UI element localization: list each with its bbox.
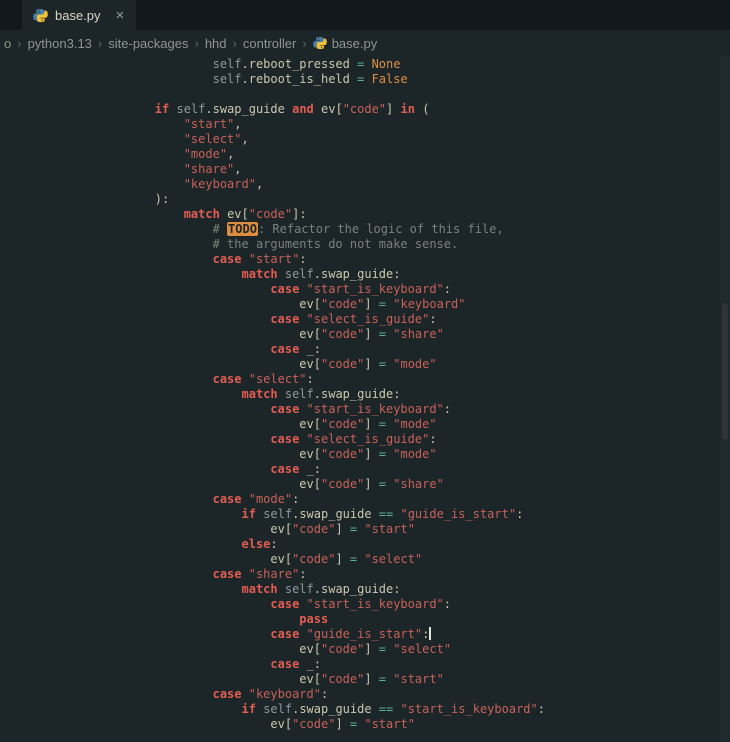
tab-label: base.py — [55, 7, 101, 23]
code-line[interactable]: case "select_is_guide": — [97, 432, 730, 447]
code-line[interactable]: ev["code"] = "mode" — [97, 447, 730, 462]
code-line[interactable]: "mode", — [97, 147, 730, 162]
breadcrumb-item[interactable]: o — [4, 36, 11, 51]
code-line[interactable]: ev["code"] = "start" — [97, 717, 730, 732]
tab-bar: base.py × — [0, 0, 730, 30]
breadcrumb-item-file[interactable]: base.py — [312, 35, 378, 51]
code-line[interactable]: else: — [97, 537, 730, 552]
tab-base-py[interactable]: base.py × — [22, 0, 137, 30]
python-icon — [33, 8, 48, 22]
code-lines: self.reboot_pressed = None self.reboot_i… — [97, 57, 730, 732]
code-line[interactable]: "keyboard", — [97, 177, 730, 192]
code-line[interactable]: pass — [97, 612, 730, 627]
code-line[interactable]: ev["code"] = "mode" — [97, 417, 730, 432]
code-line[interactable]: if self.swap_guide == "start_is_keyboard… — [97, 702, 730, 717]
code-line[interactable]: case "start_is_keyboard": — [97, 282, 730, 297]
code-line[interactable]: match self.swap_guide: — [97, 582, 730, 597]
code-line[interactable]: match ev["code"]: — [97, 207, 730, 222]
chevron-right-icon: › — [232, 35, 237, 51]
code-line[interactable]: # TODO: Refactor the logic of this file, — [97, 222, 730, 237]
chevron-right-icon: › — [17, 35, 22, 51]
code-line[interactable]: "select", — [97, 132, 730, 147]
code-line[interactable]: case "guide_is_start": — [97, 627, 730, 642]
code-line[interactable]: # the arguments do not make sense. — [97, 237, 730, 252]
code-line[interactable]: if self.swap_guide and ev["code"] in ( — [97, 102, 730, 117]
code-line[interactable]: match self.swap_guide: — [97, 267, 730, 282]
breadcrumb-item[interactable]: hhd — [205, 36, 227, 51]
code-line[interactable]: ev["code"] = "mode" — [97, 357, 730, 372]
code-line[interactable]: ev["code"] = "start" — [97, 522, 730, 537]
code-line[interactable]: "share", — [97, 162, 730, 177]
chevron-right-icon: › — [302, 35, 307, 51]
breadcrumb-item[interactable]: python3.13 — [28, 36, 92, 51]
breadcrumb-item[interactable]: controller — [243, 36, 296, 51]
code-line[interactable]: ev["code"] = "start" — [97, 672, 730, 687]
code-line[interactable]: case "start_is_keyboard": — [97, 402, 730, 417]
code-line[interactable]: "start", — [97, 117, 730, 132]
code-line[interactable]: ev["code"] = "keyboard" — [97, 297, 730, 312]
code-line[interactable]: case _: — [97, 657, 730, 672]
chevron-right-icon: › — [97, 35, 103, 51]
code-line[interactable]: self.reboot_pressed = None — [97, 57, 730, 72]
code-line[interactable]: case "select_is_guide": — [97, 312, 730, 327]
scrollbar[interactable] — [720, 56, 730, 742]
code-line[interactable] — [97, 87, 730, 102]
code-line[interactable]: case "select": — [97, 372, 730, 387]
code-line[interactable]: ev["code"] = "select" — [97, 642, 730, 657]
close-icon[interactable]: × — [114, 8, 127, 23]
code-line[interactable]: ev["code"] = "select" — [97, 552, 730, 567]
breadcrumb: o › python3.13 › site-packages › hhd › c… — [0, 30, 730, 56]
code-line[interactable]: if self.swap_guide == "guide_is_start": — [97, 507, 730, 522]
breadcrumb-file-label: base.py — [331, 35, 378, 51]
code-line[interactable]: ev["code"] = "share" — [97, 327, 730, 342]
code-line[interactable]: case _: — [97, 462, 730, 477]
code-line[interactable]: case "start_is_keyboard": — [97, 597, 730, 612]
code-line[interactable]: ): — [97, 192, 730, 207]
code-line[interactable]: match self.swap_guide: — [97, 387, 730, 402]
code-line[interactable]: case "keyboard": — [97, 687, 730, 702]
scrollbar-thumb[interactable] — [722, 302, 728, 441]
breadcrumb-item[interactable]: site-packages — [108, 36, 188, 51]
code-line[interactable]: case _: — [97, 342, 730, 357]
code-line[interactable]: self.reboot_is_held = False — [97, 72, 730, 87]
code-line[interactable]: case "share": — [97, 567, 730, 582]
python-icon — [312, 36, 327, 50]
code-line[interactable]: case "start": — [97, 252, 730, 267]
text-cursor — [429, 627, 432, 640]
code-line[interactable]: case "mode": — [97, 492, 730, 507]
chevron-right-icon: › — [194, 35, 199, 51]
code-editor[interactable]: self.reboot_pressed = None self.reboot_i… — [0, 56, 730, 742]
code-line[interactable]: ev["code"] = "share" — [97, 477, 730, 492]
